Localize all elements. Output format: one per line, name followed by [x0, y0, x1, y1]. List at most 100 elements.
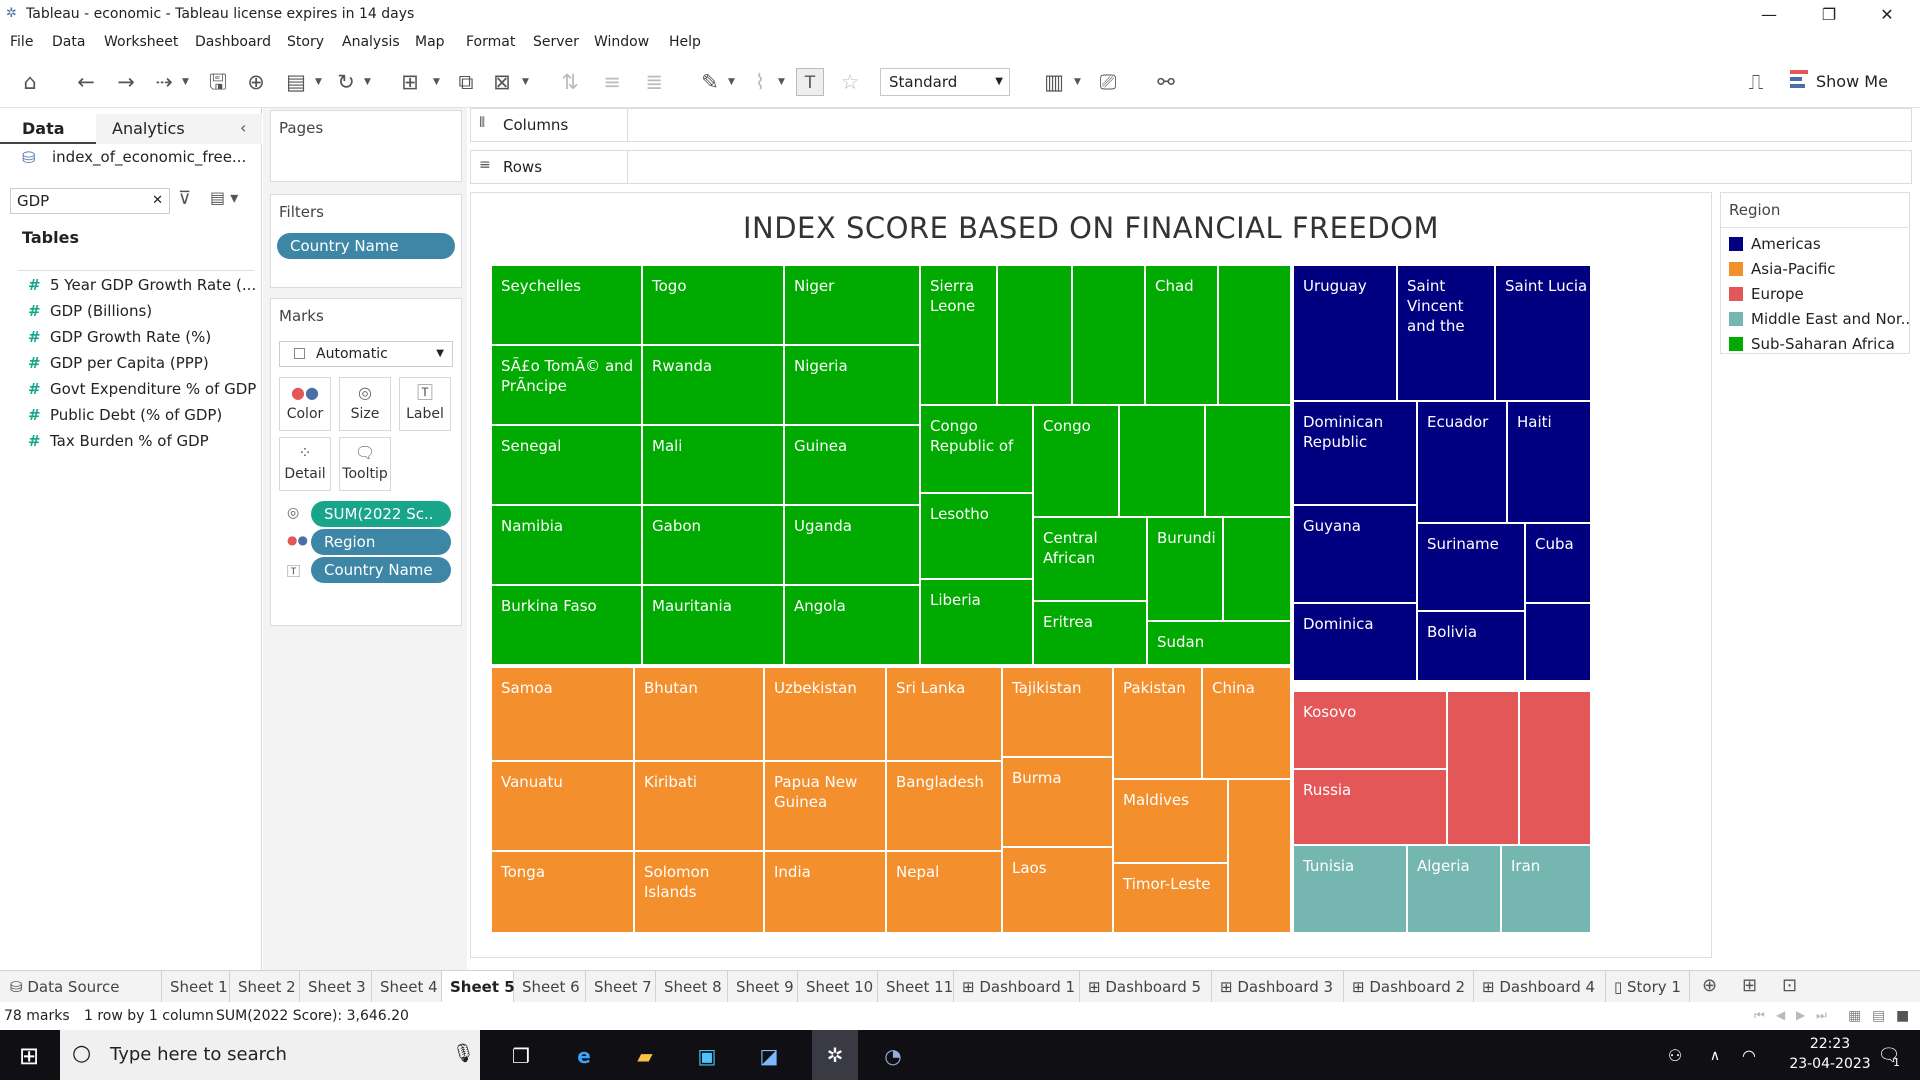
microphone-icon[interactable]: 🎙 — [452, 1043, 475, 1064]
tab-sheet-11[interactable]: Sheet 11 — [878, 971, 954, 1003]
treemap-cell[interactable]: SÃ£o TomÃ© and PrÃ­ncipe — [491, 345, 642, 425]
field-item[interactable]: # GDP (Billions) — [28, 302, 152, 320]
legend-item[interactable]: Middle East and Nor.. — [1729, 310, 1910, 328]
pages-shelf[interactable]: Pages — [270, 110, 462, 182]
treemap-cell[interactable]: Dominican Republic — [1293, 401, 1417, 505]
detail-button[interactable]: ⁘ Detail — [279, 437, 331, 491]
treemap-cell[interactable]: Guyana — [1293, 505, 1417, 603]
replay-dropdown-icon[interactable]: ▼ — [182, 68, 192, 96]
treemap-cell[interactable]: Iran — [1501, 845, 1591, 933]
tab-sheet-8[interactable]: Sheet 8 — [656, 971, 728, 1003]
treemap-cell[interactable]: Burkina Faso — [491, 585, 642, 665]
treemap-cell[interactable]: Burundi — [1147, 517, 1223, 621]
swap-icon[interactable]: ⇅ — [556, 68, 584, 96]
mark-type-select[interactable]: Automatic ▼ — [279, 341, 453, 367]
field-item[interactable]: # GDP per Capita (PPP) — [28, 354, 209, 372]
treemap-cell[interactable]: Algeria — [1407, 845, 1501, 933]
tab-sheet-5[interactable]: Sheet 5 — [442, 971, 515, 1003]
treemap-cell[interactable]: Senegal — [491, 425, 642, 505]
menu-file[interactable]: File — [10, 34, 33, 50]
treemap-cell[interactable]: Gabon — [642, 505, 784, 585]
treemap-cell[interactable]: Lesotho — [920, 493, 1033, 579]
treemap-cell[interactable]: Kosovo — [1293, 691, 1447, 769]
treemap-cell[interactable]: Laos — [1002, 847, 1113, 933]
treemap-cell[interactable]: Niger — [784, 265, 920, 345]
tab-sheet-9[interactable]: Sheet 9 — [728, 971, 798, 1003]
group-icon[interactable]: ⌇ — [746, 68, 774, 96]
treemap-cell[interactable] — [1228, 779, 1291, 933]
treemap-cell[interactable]: Chad — [1145, 265, 1218, 405]
tab-dashboard-5[interactable]: ⊞ Dashboard 5 — [1080, 971, 1212, 1003]
tab-data[interactable]: Data — [0, 114, 96, 144]
treemap-cell[interactable]: Russia — [1293, 769, 1447, 845]
field-item[interactable]: #5 Year GDP Growth Rate (... — [28, 276, 256, 294]
columns-shelf[interactable]: ⦀ Columns — [470, 108, 1912, 142]
tab-analytics[interactable]: Analytics — [96, 114, 262, 144]
nav-prev-icon[interactable]: ◀ — [1776, 1008, 1785, 1022]
tooltip-button[interactable]: 🗨 Tooltip — [339, 437, 391, 491]
show-me-icon[interactable] — [1790, 70, 1810, 90]
field-item[interactable]: # Tax Burden % of GDP — [28, 432, 209, 450]
treemap-cell[interactable]: Nepal — [886, 851, 1002, 933]
menu-server[interactable]: Server — [533, 34, 579, 50]
save-icon[interactable]: 🖫 — [204, 68, 232, 96]
chevron-up-icon[interactable]: ∧ — [1700, 1041, 1730, 1071]
treemap-cell[interactable]: India — [764, 851, 886, 933]
tab-sheet-6[interactable]: Sheet 6 — [514, 971, 586, 1003]
treemap-cell[interactable]: Tajikistan — [1002, 667, 1113, 757]
treemap-cell[interactable] — [1205, 405, 1291, 517]
tab-dashboard-4[interactable]: ⊞ Dashboard 4 — [1474, 971, 1606, 1003]
tab-story-1[interactable]: ▯ Story 1 — [1606, 971, 1690, 1003]
sort-ascending-icon[interactable]: ≡ — [598, 68, 626, 96]
new-dashboard-icon[interactable]: ⊞ — [1742, 975, 1757, 996]
pause-updates-icon[interactable]: ▤ — [282, 68, 310, 96]
restore-button[interactable]: ❐ — [1806, 2, 1852, 28]
tab-view-icon[interactable]: ■ — [1896, 1008, 1909, 1024]
fix-axes-icon[interactable]: ☆ — [836, 68, 864, 96]
group-dropdown-icon[interactable]: ▼ — [778, 68, 788, 96]
treemap-cell[interactable]: Suriname — [1417, 523, 1525, 611]
treemap-cell[interactable]: Mali — [642, 425, 784, 505]
show-cards-icon[interactable]: ▥ — [1040, 68, 1068, 96]
treemap-cell[interactable]: Bhutan — [634, 667, 764, 761]
treemap-cell[interactable]: Samoa — [491, 667, 634, 761]
menu-window[interactable]: Window — [594, 34, 649, 50]
treemap-cell[interactable]: Nigeria — [784, 345, 920, 425]
legend-item[interactable]: Americas — [1729, 235, 1821, 253]
menu-dashboard[interactable]: Dashboard — [195, 34, 271, 50]
legend-item[interactable]: Sub-Saharan Africa — [1729, 335, 1895, 353]
grid-view-icon[interactable]: ▦ — [1848, 1008, 1861, 1024]
home-icon[interactable]: ⌂ — [16, 68, 44, 96]
treemap-cell[interactable]: Saint Vincent and the — [1397, 265, 1495, 401]
treemap-cell[interactable]: Pakistan — [1113, 667, 1202, 779]
color-button[interactable]: ●● Color — [279, 377, 331, 431]
highlight-dropdown-icon[interactable]: ▼ — [728, 68, 738, 96]
datasource-name[interactable]: index_of_economic_free... — [52, 148, 246, 166]
marks-pill-sum-score[interactable]: SUM(2022 Sc.. — [311, 501, 451, 527]
treemap-cell[interactable]: Sierra Leone — [920, 265, 997, 405]
treemap-cell[interactable] — [1525, 603, 1591, 681]
refresh-dropdown-icon[interactable]: ▼ — [364, 68, 374, 96]
windows-start-icon[interactable]: ⊞ — [14, 1041, 44, 1071]
undo-icon[interactable]: ← — [72, 68, 100, 96]
treemap-cell[interactable]: Dominica — [1293, 603, 1417, 681]
treemap-cell[interactable] — [997, 265, 1072, 405]
app-icon[interactable]: ◔ — [878, 1041, 908, 1071]
people-icon[interactable]: ⚇ — [1660, 1041, 1690, 1071]
store-icon[interactable]: ▣ — [692, 1041, 722, 1071]
redo-icon[interactable]: → — [112, 68, 140, 96]
show-labels-icon[interactable]: T — [796, 68, 824, 96]
new-story-icon[interactable]: ⊡ — [1782, 975, 1797, 996]
treemap-cell[interactable]: Sudan — [1147, 621, 1291, 665]
treemap-cell[interactable]: Ecuador — [1417, 401, 1507, 523]
treemap-cell[interactable]: Timor-Leste — [1113, 863, 1228, 933]
tab-sheet-10[interactable]: Sheet 10 — [798, 971, 878, 1003]
treemap-cell[interactable]: Rwanda — [642, 345, 784, 425]
tab-dashboard-3[interactable]: ⊞ Dashboard 3 — [1212, 971, 1344, 1003]
new-worksheet-icon[interactable]: ⊞ — [396, 68, 424, 96]
minimize-button[interactable]: — — [1746, 2, 1792, 28]
clear-sheet-icon[interactable]: ⊠ — [488, 68, 516, 96]
taskbar-date[interactable]: 23-04-2023 — [1774, 1056, 1886, 1072]
menu-data[interactable]: Data — [52, 34, 85, 50]
treemap-cell[interactable] — [1072, 265, 1145, 405]
